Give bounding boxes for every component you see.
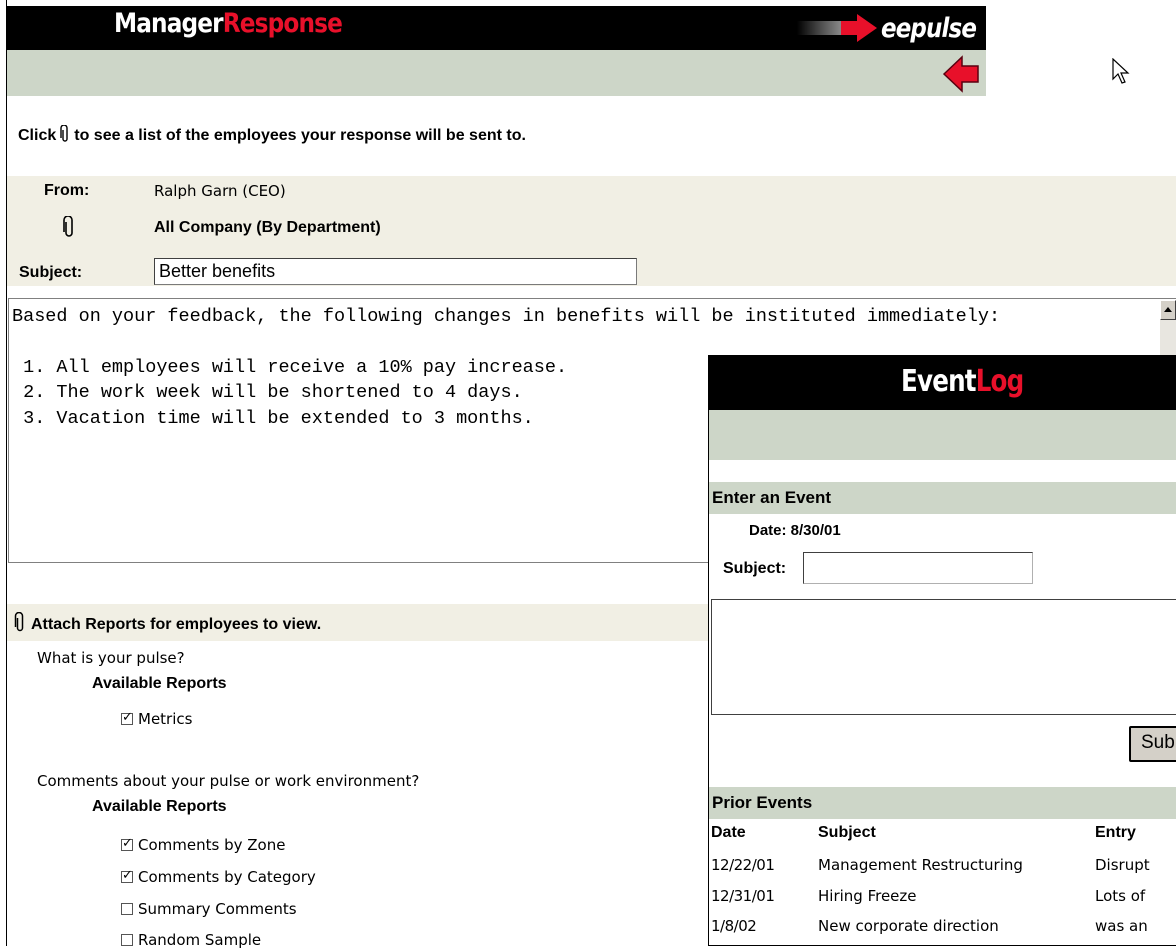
event-entry-textarea[interactable] [711, 599, 1176, 715]
event-submit-button[interactable]: Submit [1129, 726, 1176, 762]
event-log-green-band [709, 410, 1176, 460]
prior-events-title: Prior Events [709, 787, 1176, 819]
event-row-date: 1/8/02 [711, 917, 757, 935]
recipients-value: All Company (By Department) [154, 219, 381, 236]
event-subject-input[interactable] [803, 552, 1033, 584]
report-checkbox-comments-by-category[interactable]: Comments by Category [121, 868, 316, 886]
back-arrow-icon[interactable] [942, 54, 980, 94]
scrollbar-track[interactable] [1160, 320, 1176, 356]
brand-arrow-icon [857, 14, 877, 42]
available-reports-label: Available Reports [92, 798, 227, 815]
brand-name: eepulse [881, 12, 977, 44]
paperclip-icon [60, 125, 68, 142]
available-reports-label: Available Reports [92, 675, 227, 692]
report-checkbox-metrics[interactable]: Metrics [121, 710, 192, 728]
question-1: What is your pulse? [37, 649, 185, 667]
event-subject-label: Subject: [723, 560, 787, 577]
attach-reports-label: Attach Reports for employees to view. [14, 611, 321, 634]
recipients-paperclip-icon[interactable] [62, 216, 76, 238]
report-checkbox-comments-by-zone[interactable]: Comments by Zone [121, 836, 285, 854]
instruction-text: Click to see a list of the employees your… [18, 125, 526, 144]
from-label: From: [44, 182, 90, 199]
message-line: Based on your feedback, the following ch… [12, 306, 1001, 327]
checkbox[interactable] [121, 836, 133, 851]
event-row-subject[interactable]: New corporate direction [818, 917, 999, 935]
enter-event-title: Enter an Event [709, 482, 1176, 514]
event-date: Date: 8/30/01 [749, 522, 841, 539]
event-row-entry: Disrupt [1095, 856, 1150, 874]
column-header-entry: Entry [1095, 824, 1136, 841]
event-row-entry: Lots of [1095, 887, 1146, 905]
column-header-subject: Subject [818, 824, 876, 841]
event-row-entry: was an [1095, 917, 1148, 935]
report-checkbox-random-sample[interactable]: Random Sample [121, 931, 261, 949]
scroll-up-button[interactable] [1160, 300, 1176, 320]
header-green-band [7, 50, 986, 96]
event-log-window: EventLog Enter an Event Date: 8/30/01 Su… [708, 355, 1176, 946]
checkbox[interactable] [121, 934, 133, 946]
checkbox[interactable] [121, 868, 133, 883]
subject-input[interactable] [154, 258, 637, 285]
from-value: Ralph Garn (CEO) [154, 182, 286, 200]
manager-response-header: ManagerResponse eepulse [7, 6, 986, 50]
event-row-subject[interactable]: Management Restructuring [818, 856, 1023, 874]
message-line: 1. All employees will receive a 10% pay … [12, 357, 568, 378]
event-row-date: 12/31/01 [711, 887, 775, 905]
event-log-header: EventLog [709, 356, 1176, 410]
paperclip-icon[interactable] [14, 611, 26, 632]
question-2: Comments about your pulse or work enviro… [37, 772, 420, 790]
mouse-pointer-icon [1112, 58, 1130, 84]
checkbox[interactable] [121, 903, 133, 915]
subject-label: Subject: [19, 264, 83, 281]
event-row-date: 12/22/01 [711, 856, 775, 874]
event-row-subject[interactable]: Hiring Freeze [818, 887, 917, 905]
message-line: 2. The work week will be shortened to 4 … [12, 382, 523, 403]
brand-streak [797, 21, 841, 35]
report-checkbox-summary-comments[interactable]: Summary Comments [121, 900, 297, 918]
left-border [6, 0, 7, 946]
manager-response-logo: ManagerResponse [114, 8, 343, 39]
brand-arrow-shaft [841, 21, 857, 35]
checkbox[interactable] [121, 710, 133, 725]
event-log-logo: EventLog [901, 364, 1024, 399]
column-header-date: Date [711, 824, 746, 841]
message-line: 3. Vacation time will be extended to 3 m… [12, 408, 534, 429]
eepulse-brand: eepulse [797, 12, 993, 44]
